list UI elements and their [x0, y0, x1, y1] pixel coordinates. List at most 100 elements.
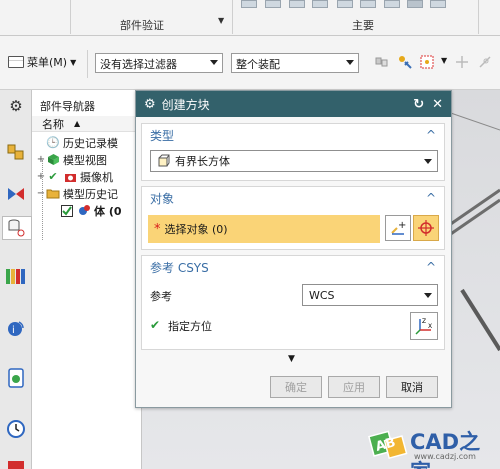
toolbar: 菜单(M) ▼ 没有选择过滤器 整个装配 ▼ — [0, 36, 500, 90]
section-label: 对象 — [150, 191, 175, 206]
reference-csys-section: 参考 CSYS ^ 参考 WCS ✔ 指定方位 ZX — [141, 255, 445, 350]
section-label: 类型 — [150, 128, 175, 143]
watermark-url: www.cadzj.com — [414, 452, 476, 461]
chevron-down-icon — [210, 60, 218, 65]
ribbon-icon[interactable] — [430, 0, 446, 8]
section-label: 参考 CSYS — [150, 260, 209, 275]
checkmark-icon: ✔ — [150, 318, 161, 332]
tree-label: 摄像机 — [80, 170, 113, 184]
constraint-navigator-icon[interactable] — [4, 182, 28, 206]
scope-value: 整个装配 — [236, 58, 280, 71]
tree-expander[interactable]: − — [36, 188, 46, 199]
reset-icon[interactable]: ↻ — [413, 97, 424, 112]
tree-label: 模型历史记 — [63, 187, 118, 201]
type-value: 有界长方体 — [175, 155, 230, 168]
gear-icon[interactable]: ⚙ — [144, 97, 156, 112]
ribbon-icon[interactable] — [360, 0, 376, 8]
ribbon-icon[interactable] — [407, 0, 423, 8]
menu-icon — [8, 56, 24, 68]
collapse-caret-icon[interactable]: ^ — [426, 191, 436, 205]
camera-icon — [63, 170, 77, 183]
tree-item-model-history[interactable]: − 模型历史记 — [36, 185, 141, 202]
scope-dropdown[interactable]: 整个装配 — [231, 53, 359, 73]
select-object-row[interactable]: * 选择对象 (0) — [148, 215, 380, 243]
navigator-title: 部件导航器 — [40, 100, 95, 113]
snap-icon[interactable] — [398, 55, 412, 69]
clock-icon: 🕒 — [46, 136, 60, 149]
tree-item-model-views[interactable]: + 模型视图 — [36, 151, 141, 168]
selection-box-icon[interactable] — [420, 55, 434, 69]
bounding-box-icon — [158, 154, 170, 167]
close-icon[interactable]: ✕ — [432, 97, 443, 112]
tree-expander[interactable]: + — [36, 171, 46, 182]
select-target-button[interactable] — [413, 215, 439, 241]
svg-text:Z: Z — [422, 318, 426, 325]
object-section: 对象 ^ * 选择对象 (0) + — [141, 186, 445, 250]
reuse-library-icon[interactable] — [4, 264, 28, 288]
ribbon-icon[interactable] — [384, 0, 400, 8]
web-browser-icon[interactable]: i — [4, 316, 28, 340]
svg-text:+: + — [398, 220, 406, 231]
snap-point-icon[interactable] — [478, 55, 492, 69]
csys-dialog-button[interactable]: ZX — [410, 312, 438, 340]
settings-icon[interactable]: ⚙ — [4, 94, 28, 118]
ribbon-icon[interactable] — [241, 0, 257, 8]
tree-item-body[interactable]: 体 (0 — [36, 202, 141, 219]
history-palette-icon[interactable] — [4, 366, 28, 390]
model-views-icon — [46, 153, 60, 166]
tree-label: 历史记录模 — [63, 136, 118, 150]
chevron-down-icon — [424, 293, 432, 298]
required-star-icon: * — [154, 221, 161, 237]
cancel-button[interactable]: 取消 — [386, 376, 438, 398]
ribbon: 部件验证 ▼ 主要 — [0, 0, 500, 36]
tree-guide-line — [42, 160, 43, 240]
toolbar-separator — [87, 50, 88, 78]
svg-text:X: X — [428, 323, 432, 330]
menu-label: 菜单(M) — [27, 56, 68, 69]
add-object-button[interactable]: + — [385, 215, 411, 241]
more-options-icon[interactable]: ▼ — [288, 354, 295, 364]
ribbon-icon[interactable] — [265, 0, 281, 8]
assembly-navigator-icon[interactable] — [4, 140, 28, 164]
ribbon-icon[interactable] — [312, 0, 328, 8]
tree-item-history-mode[interactable]: 🕒 历史记录模 — [36, 134, 141, 151]
ok-button[interactable]: 确定 — [270, 376, 322, 398]
csys-section-header[interactable]: 参考 CSYS ^ — [142, 256, 444, 278]
part-navigator-panel: 部件导航器 名称 ▲ 🕒 历史记录模 + 模型视图 + ✔ 摄像机 − 模型历史… — [32, 90, 142, 469]
collapse-caret-icon[interactable]: ^ — [426, 128, 436, 142]
object-section-header[interactable]: 对象 ^ — [142, 187, 444, 209]
reference-dropdown[interactable]: WCS — [302, 284, 438, 306]
add-object-icon: + — [391, 220, 406, 235]
ribbon-icon[interactable] — [337, 0, 353, 8]
svg-text:i: i — [12, 325, 15, 336]
menu-button[interactable]: 菜单(M) ▼ — [8, 54, 76, 70]
tree-item-cameras[interactable]: + ✔ 摄像机 — [36, 168, 141, 185]
body-icon — [77, 204, 91, 217]
selection-filter-dropdown[interactable]: 没有选择过滤器 — [95, 53, 223, 73]
specify-orientation-label: 指定方位 — [168, 320, 212, 333]
watermark-text: CAD之家 — [410, 430, 481, 469]
ribbon-separator — [70, 0, 71, 34]
apply-button[interactable]: 应用 — [328, 376, 380, 398]
history-clock-icon[interactable] — [4, 417, 28, 441]
checkbox-checked-icon[interactable] — [60, 204, 74, 217]
dialog-title-bar[interactable]: ⚙ 创建方块 ↻ ✕ — [136, 91, 451, 117]
collapse-caret-icon[interactable]: ^ — [426, 260, 436, 274]
type-section-header[interactable]: 类型 ^ — [142, 124, 444, 146]
part-navigator-icon[interactable] — [2, 216, 32, 240]
tree-label: 体 (0 — [94, 204, 122, 218]
select-object-label: 选择对象 (0) — [164, 223, 228, 236]
tree-expander[interactable]: + — [36, 154, 46, 165]
chevron-down-icon — [424, 159, 432, 164]
system-materials-icon[interactable] — [4, 452, 28, 469]
chevron-down-icon[interactable]: ▼ — [218, 16, 224, 25]
create-block-dialog: ⚙ 创建方块 ↻ ✕ 类型 ^ 有界长方体 对象 ^ * 选择对象 (0) + … — [135, 90, 452, 408]
column-name-label: 名称 — [42, 117, 64, 131]
ribbon-icon[interactable] — [289, 0, 305, 8]
chevron-down-icon[interactable]: ▼ — [441, 56, 447, 65]
tree-label: 模型视图 — [63, 153, 107, 167]
type-dropdown[interactable]: 有界长方体 — [150, 150, 438, 172]
pick-point-icon[interactable] — [455, 55, 469, 69]
navigator-column-header[interactable]: 名称 ▲ — [32, 116, 141, 132]
assembly-filter-icon[interactable] — [375, 55, 389, 69]
